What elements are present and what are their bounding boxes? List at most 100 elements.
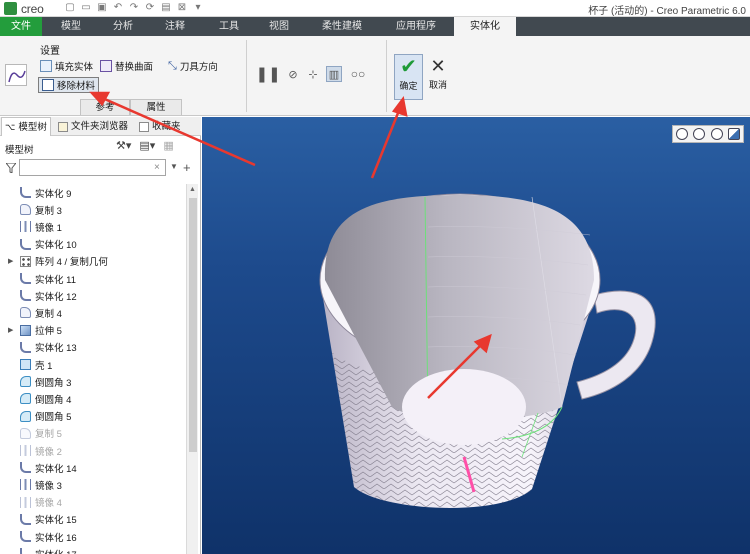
tree-item[interactable]: 镜像 4 bbox=[0, 494, 186, 511]
refit-icon[interactable] bbox=[675, 128, 688, 140]
ribbon-divider-2 bbox=[386, 40, 387, 112]
customize-dropdown-icon[interactable]: ▾ bbox=[192, 2, 204, 14]
tree-item[interactable]: 镜像 1 bbox=[0, 218, 186, 235]
new-file-icon[interactable]: ▢ bbox=[64, 2, 76, 14]
tab-file[interactable]: 文件 bbox=[0, 17, 42, 36]
scroll-thumb[interactable] bbox=[189, 198, 197, 452]
tree-item[interactable]: 实体化 15 bbox=[0, 511, 186, 528]
tree-item[interactable]: 倒圆角 3 bbox=[0, 373, 186, 390]
tab-favorites[interactable]: 收藏夹 bbox=[136, 117, 184, 136]
add-filter-icon[interactable]: + bbox=[183, 160, 191, 175]
tab-properties[interactable]: 属性 bbox=[130, 99, 182, 115]
round-icon bbox=[20, 376, 31, 388]
tree-item[interactable]: 实体化 12 bbox=[0, 287, 186, 304]
cancel-button[interactable]: ✕ 取消 bbox=[426, 54, 450, 100]
expand-arrow-icon[interactable]: ▶ bbox=[8, 257, 18, 265]
redo-icon[interactable]: ↷ bbox=[128, 2, 140, 14]
tool-direction-label: 刀具方向 bbox=[179, 62, 218, 73]
tab-annotate[interactable]: 注释 bbox=[154, 17, 196, 36]
tab-folder-browser[interactable]: 文件夹浏览器 bbox=[55, 117, 131, 136]
tree-item-label: 实体化 15 bbox=[35, 515, 77, 527]
filter-icon[interactable] bbox=[6, 163, 16, 173]
fill-solid-option[interactable]: 填充实体 bbox=[40, 58, 93, 74]
scroll-up-icon[interactable]: ▲ bbox=[189, 186, 196, 193]
tab-references[interactable]: 参考 bbox=[80, 99, 130, 115]
navigator-panel: ⌥ 模型树 文件夹浏览器 收藏夹 模型树 ⚒▾ ▤▾ ▦ × ▼ + 实体化 9… bbox=[0, 117, 201, 554]
tree-item-label: 倒圆角 4 bbox=[35, 394, 72, 406]
settings-group-label: 设置 bbox=[40, 46, 60, 57]
remove-material-icon bbox=[42, 79, 54, 91]
cup-model[interactable] bbox=[202, 117, 750, 554]
extrude-icon bbox=[20, 324, 31, 336]
tree-item[interactable]: 倒圆角 5 bbox=[0, 408, 186, 425]
replace-surface-option[interactable]: 替换曲面 bbox=[100, 58, 153, 74]
tree-item[interactable]: 镜像 3 bbox=[0, 476, 186, 493]
preview-icon[interactable]: ▥ bbox=[326, 66, 342, 82]
display-style-icon[interactable] bbox=[728, 128, 741, 140]
pause-icon[interactable]: ❚❚ bbox=[255, 66, 280, 83]
tree-search-input[interactable] bbox=[19, 159, 166, 176]
tree-scrollbar[interactable]: ▲ bbox=[186, 184, 198, 554]
tab-flexible-modeling[interactable]: 柔性建模 bbox=[314, 17, 370, 36]
tab-folder-browser-label: 文件夹浏览器 bbox=[71, 121, 129, 132]
tree-item[interactable]: 复制 4 bbox=[0, 304, 186, 321]
tab-applications[interactable]: 应用程序 bbox=[388, 17, 444, 36]
tab-view[interactable]: 视图 bbox=[258, 17, 300, 36]
undo-icon[interactable]: ↶ bbox=[112, 2, 124, 14]
tab-analysis[interactable]: 分析 bbox=[102, 17, 144, 36]
save-icon[interactable]: ▣ bbox=[96, 2, 108, 14]
close-window-icon[interactable]: ⊠ bbox=[176, 2, 188, 14]
tree-item-label: 实体化 13 bbox=[35, 343, 77, 355]
tree-item[interactable]: 实体化 16 bbox=[0, 528, 186, 545]
tree-item-label: 倒圆角 3 bbox=[35, 377, 72, 389]
tree-item[interactable]: ▶ 拉伸 5 bbox=[0, 322, 186, 339]
verify-glasses-icon[interactable]: ○○ bbox=[350, 66, 366, 82]
tab-model[interactable]: 模型 bbox=[50, 17, 92, 36]
tree-item[interactable]: 实体化 14 bbox=[0, 459, 186, 476]
tree-item[interactable]: 倒圆角 4 bbox=[0, 390, 186, 407]
zoom-out-icon[interactable] bbox=[710, 128, 723, 140]
tree-item[interactable]: 实体化 13 bbox=[0, 339, 186, 356]
tab-tools[interactable]: 工具 bbox=[208, 17, 250, 36]
tab-model-tree[interactable]: ⌥ 模型树 bbox=[1, 117, 51, 136]
tree-item[interactable]: 复制 5 bbox=[0, 425, 186, 442]
tool-direction-option[interactable]: ⤡ 刀具方向 bbox=[168, 58, 218, 74]
clear-search-icon[interactable]: × bbox=[154, 162, 160, 173]
checkmark-icon: ✔ bbox=[400, 56, 417, 78]
model-tree-title: 模型树 bbox=[5, 145, 34, 156]
cancel-label: 取消 bbox=[428, 80, 447, 90]
tab-solidify[interactable]: 实体化 bbox=[454, 17, 516, 36]
open-file-icon[interactable]: ▭ bbox=[80, 2, 92, 14]
round-icon bbox=[20, 410, 31, 422]
graphics-viewport[interactable] bbox=[202, 117, 750, 554]
tree-item[interactable]: 镜像 2 bbox=[0, 442, 186, 459]
tree-item[interactable]: 复制 3 bbox=[0, 201, 186, 218]
tree-columns-icon[interactable]: ▦ bbox=[163, 139, 173, 152]
navigator-tabs: ⌥ 模型树 文件夹浏览器 收藏夹 bbox=[0, 117, 201, 136]
attached-preview-icon[interactable]: ⊹ bbox=[305, 66, 321, 82]
tree-item-label: 实体化 12 bbox=[35, 291, 77, 303]
expand-arrow-icon[interactable]: ▶ bbox=[8, 326, 18, 334]
regenerate-icon[interactable]: ⟳ bbox=[144, 2, 156, 14]
solidify-icon bbox=[20, 531, 31, 542]
solidify-icon bbox=[20, 548, 31, 554]
tree-item[interactable]: ▶ 阵列 4 / 复制几何 bbox=[0, 253, 186, 270]
tree-show-icon[interactable]: ▤▾ bbox=[139, 139, 155, 152]
copy-icon bbox=[20, 307, 31, 319]
tree-item[interactable]: 实体化 17 bbox=[0, 545, 186, 554]
fill-solid-label: 填充实体 bbox=[55, 62, 94, 73]
tree-item[interactable]: 实体化 11 bbox=[0, 270, 186, 287]
tree-item[interactable]: 实体化 10 bbox=[0, 236, 186, 253]
tree-item[interactable]: 壳 1 bbox=[0, 356, 186, 373]
tree-item-label: 阵列 4 / 复制几何 bbox=[35, 257, 108, 269]
confirm-button[interactable]: ✔ 确定 bbox=[394, 54, 423, 100]
remove-material-option[interactable]: 移除材料 bbox=[38, 77, 100, 93]
tree-item[interactable]: 实体化 9 bbox=[0, 184, 186, 201]
windows-icon[interactable]: ▤ bbox=[160, 2, 172, 14]
zoom-in-icon[interactable] bbox=[693, 128, 706, 140]
no-preview-icon[interactable]: ⊘ bbox=[285, 66, 301, 82]
search-dropdown-icon[interactable]: ▼ bbox=[170, 162, 178, 171]
tree-item-label: 实体化 14 bbox=[35, 463, 77, 475]
tree-settings-icon[interactable]: ⚒▾ bbox=[116, 139, 131, 152]
solidify-icon bbox=[20, 187, 31, 198]
